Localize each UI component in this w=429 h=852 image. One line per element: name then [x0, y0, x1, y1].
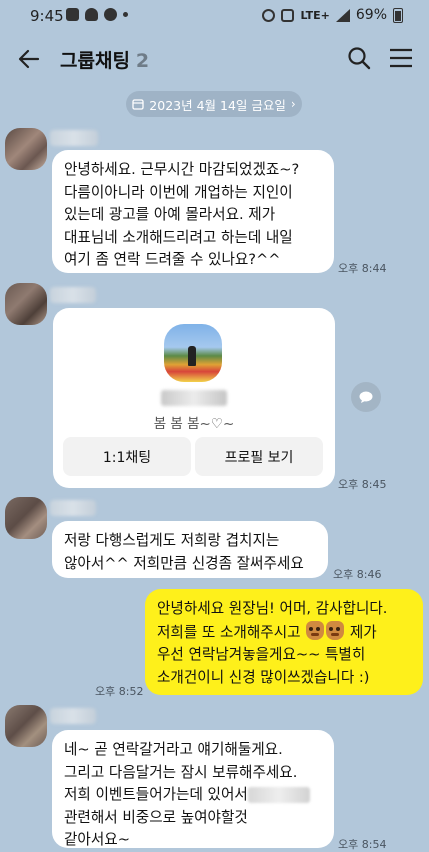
hamburger-menu-icon[interactable]: [389, 47, 413, 69]
message-line: 저희를 또 소개해주시고 제가: [157, 620, 411, 645]
sender-avatar[interactable]: [5, 128, 47, 170]
message-text: 제가: [345, 623, 377, 641]
profile-name-blurred: [161, 390, 227, 406]
battery-icon: [393, 7, 403, 23]
status-bar: 9:45 LTE+ 69%: [0, 0, 429, 32]
message-time: 오후 8:45: [338, 478, 387, 491]
view-profile-button[interactable]: 프로필 보기: [195, 437, 323, 476]
redacted-text: [247, 787, 310, 804]
message-line: 관련해서 비중으로 높여야할것: [64, 808, 248, 826]
network-label: LTE+: [300, 8, 330, 22]
message-bubble[interactable]: 저랑 다행스럽게도 저희랑 겹치지는 않아서^^ 저희만큼 신경좀 잘써주세요: [52, 521, 328, 578]
chat-header: 그룹채팅 2: [0, 32, 429, 86]
profile-status-message: 봄 봄 봄~♡~: [153, 416, 235, 432]
profile-photo[interactable]: [164, 324, 222, 382]
message-bubble[interactable]: 안녕하세요. 근무시간 마감되었겠죠~? 다름이아니라 이번에 개업하는 지인이…: [52, 150, 334, 273]
search-icon[interactable]: [346, 45, 372, 71]
emoticon-icon: [326, 620, 345, 640]
sender-avatar[interactable]: [5, 497, 47, 539]
profile-share-card: 봄 봄 봄~♡~ 1:1채팅 프로필 보기: [53, 308, 335, 488]
sender-name-blurred: [50, 708, 96, 724]
message-text: 저희를 또 소개해주시고: [157, 623, 306, 641]
battery-percent: 69%: [355, 7, 387, 23]
chat-title: 그룹채팅 2: [60, 46, 149, 73]
message-bubble[interactable]: 네~ 곧 연락갈거라고 얘기해둘게요. 그리고 다음달거는 잠시 보류해주세요.…: [52, 730, 334, 848]
chat-title-text: 그룹채팅: [60, 50, 130, 72]
signal-icon: [335, 8, 350, 22]
one-on-one-chat-button[interactable]: 1:1채팅: [63, 437, 191, 476]
sender-name-blurred: [50, 500, 96, 516]
message-line: 소개건이니 신경 많이쓰겠습니다 :): [157, 668, 370, 686]
date-text: 2023년 4월 14일 금요일: [149, 97, 286, 113]
calendar-icon: [132, 99, 144, 110]
back-arrow-icon[interactable]: [16, 46, 42, 72]
coffee-icon: [85, 8, 98, 21]
message-line: 저희 이벤트들어가는데 있어서: [64, 784, 322, 807]
app-icon: [104, 8, 117, 21]
message-time: 오후 8:46: [333, 568, 382, 581]
alarm-icon: [262, 8, 276, 22]
puzzle-icon: [66, 8, 79, 21]
status-right: LTE+ 69%: [262, 7, 403, 23]
message-text: 저희 이벤트들어가는데 있어서: [64, 786, 248, 804]
speech-bubble-icon: [359, 391, 373, 403]
message-line: 우선 연락남겨놓을게요~~ 특별히: [157, 646, 366, 664]
message-line: 네~ 곧 연락갈거라고 얘기해둘게요.: [64, 741, 283, 758]
message-time: 오후 8:52: [95, 685, 144, 698]
sender-avatar[interactable]: [5, 705, 47, 747]
share-button[interactable]: [351, 382, 381, 412]
message-line: 같아서요~: [64, 831, 130, 849]
sender-name-blurred: [50, 130, 98, 146]
chevron-right-icon: ›: [290, 97, 296, 111]
message-line: 그리고 다음달거는 잠시 보류해주세요.: [64, 763, 298, 781]
more-dot-icon: [123, 12, 128, 17]
notification-icons: [66, 8, 128, 21]
message-time: 오후 8:44: [338, 262, 387, 275]
emoticon-icon: [306, 620, 325, 640]
member-count: 2: [135, 50, 150, 72]
date-divider[interactable]: 2023년 4월 14일 금요일 ›: [126, 91, 302, 117]
message-line: 안녕하세요 원장님! 어머, 감사합니다.: [157, 600, 388, 617]
vibrate-icon: [281, 8, 295, 22]
status-time: 9:45: [30, 7, 64, 25]
message-time: 오후 8:54: [338, 838, 387, 851]
sender-name-blurred: [50, 287, 96, 303]
sender-avatar[interactable]: [5, 283, 47, 325]
my-message-bubble[interactable]: 안녕하세요 원장님! 어머, 감사합니다. 저희를 또 소개해주시고 제가 우선…: [145, 589, 423, 695]
